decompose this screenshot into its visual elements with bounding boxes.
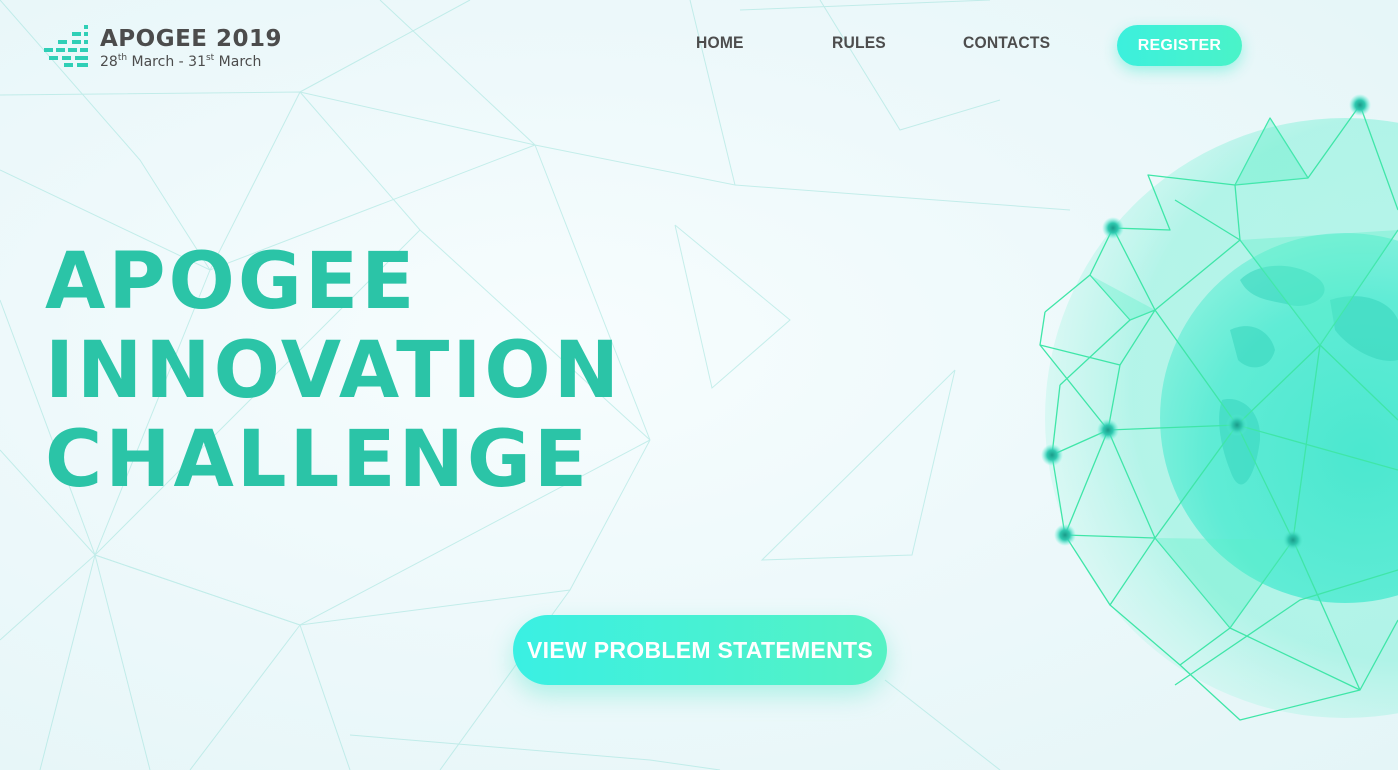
- date-start-month: March -: [131, 54, 184, 70]
- date-start-day: 28: [100, 54, 118, 70]
- date-start-suffix: th: [117, 53, 128, 63]
- hero-title-line-2: INNOVATION: [45, 326, 622, 416]
- logo-title: APOGEE 2019: [100, 26, 283, 52]
- site-logo[interactable]: APOGEE 2019 28th March - 31st March: [44, 25, 282, 71]
- equalizer-bars-logo-icon: [44, 25, 88, 67]
- event-dates: 28th March - 31st March: [100, 53, 282, 71]
- hero-title-line-3: CHALLENGE: [45, 415, 591, 505]
- date-end-day: 31: [188, 54, 206, 70]
- date-end-suffix: st: [205, 53, 215, 63]
- logo-text: APOGEE 2019 28th March - 31st March: [100, 25, 282, 71]
- register-button[interactable]: REGISTER: [1117, 25, 1242, 66]
- nav-link-home[interactable]: HOME: [696, 33, 744, 53]
- hero-title: APOGEE INNOVATION CHALLENGE: [45, 238, 622, 505]
- nav-link-rules[interactable]: RULES: [832, 33, 886, 53]
- hero-title-line-1: APOGEE: [45, 237, 418, 327]
- polygon-network-globe-illustration: [1039, 94, 1398, 721]
- view-problem-statements-button[interactable]: VIEW PROBLEM STATEMENTS: [513, 615, 887, 685]
- nav-link-contacts[interactable]: CONTACTS: [963, 33, 1050, 53]
- date-end-month: March: [218, 54, 262, 70]
